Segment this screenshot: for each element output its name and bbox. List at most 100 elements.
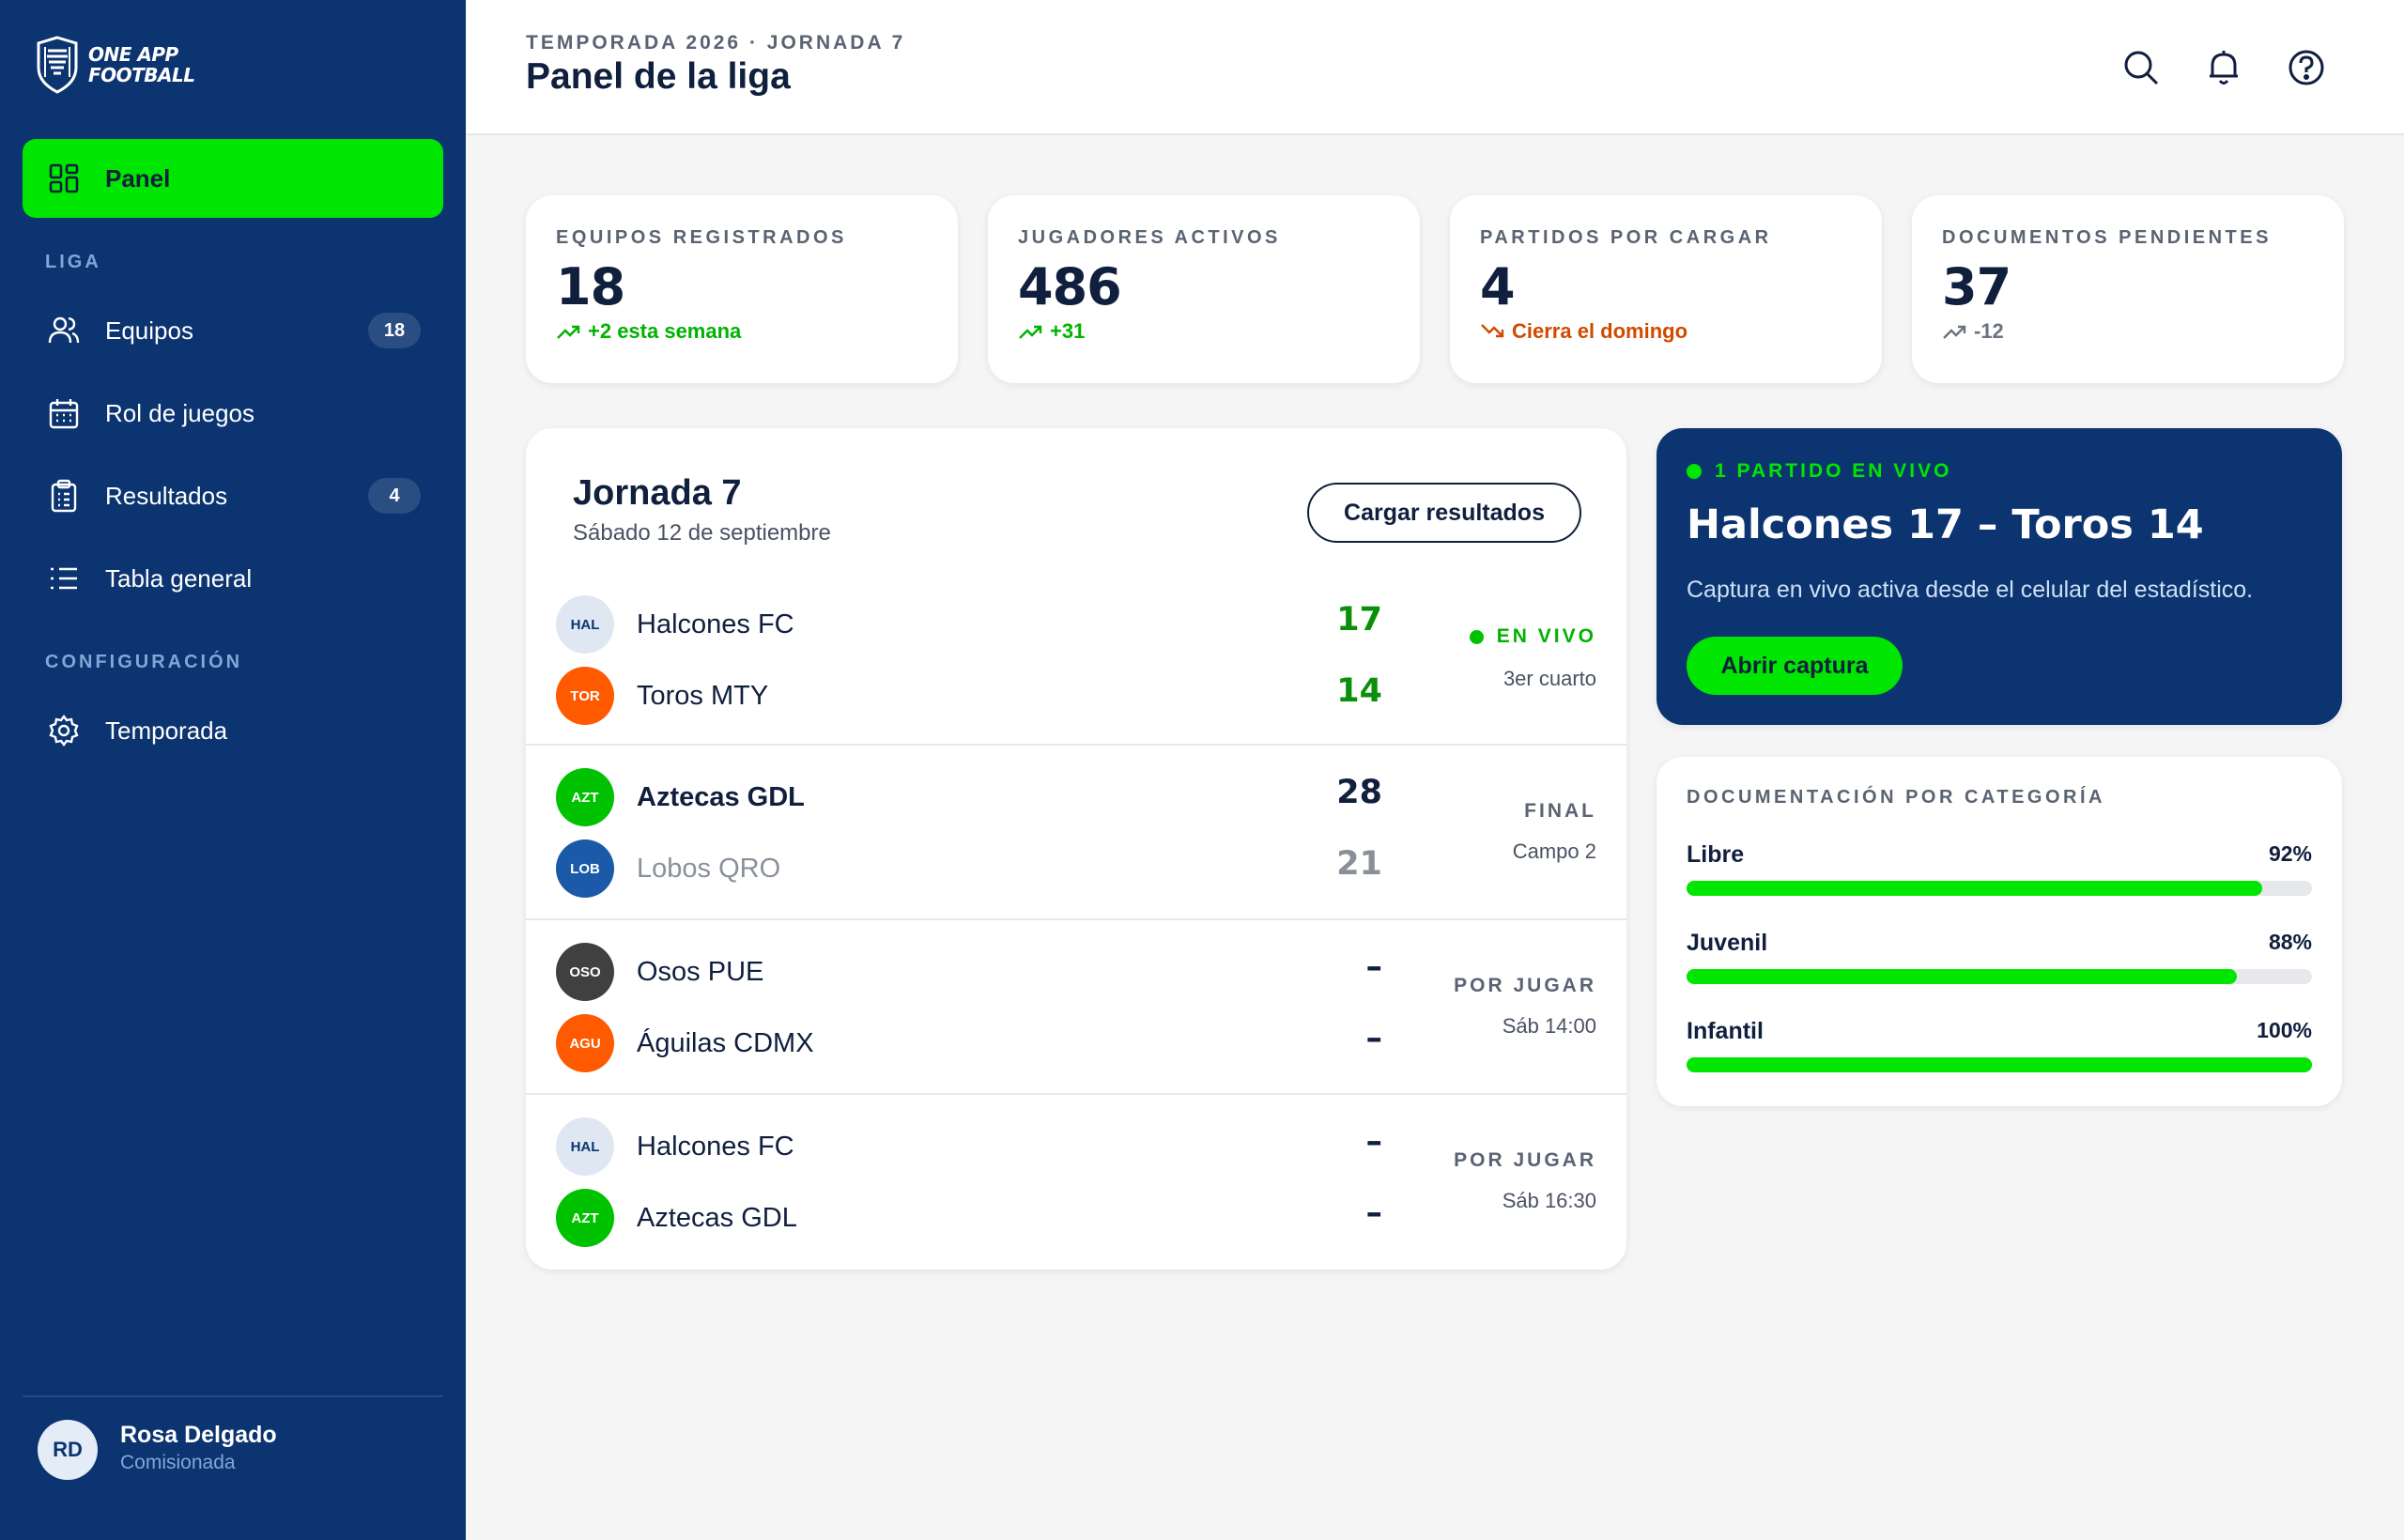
stat-card-partidos[interactable]: PARTIDOS POR CARGAR 4 Cierra el domingo [1450, 195, 1882, 383]
away-score: 21 [1336, 845, 1382, 883]
clipboard-icon [51, 479, 77, 513]
live-match-card: 1 PARTIDO EN VIVO Halcones 17 – Toros 14… [1657, 428, 2342, 725]
live-tag-text: 1 PARTIDO EN VIVO [1715, 460, 1952, 482]
help-icon[interactable] [2286, 47, 2327, 88]
sidebar-item-label: Temporada [105, 716, 228, 745]
live-description: Captura en vivo activa desde el celular … [1687, 577, 2254, 603]
trend-down-icon [1481, 324, 1504, 338]
doc-category-name: Juvenil [1687, 930, 1768, 956]
stat-value: 18 [556, 257, 625, 316]
sidebar-item-equipos[interactable]: Equipos 18 [23, 297, 443, 364]
team-badge: AZT [556, 768, 614, 826]
match-row[interactable]: OSO Osos PUE – AGU Águilas CDMX – POR JU… [526, 918, 1626, 1093]
home-score: 28 [1336, 774, 1382, 811]
match-status-text: EN VIVO [1496, 625, 1596, 647]
progress-track [1687, 969, 2312, 984]
documentation-card: DOCUMENTACIÓN POR CATEGORÍA Libre 92% Ju… [1657, 757, 2342, 1106]
matches-title: Jornada 7 [573, 473, 742, 513]
home-score: – [1365, 1123, 1383, 1161]
home-team: HAL Halcones FC [556, 595, 794, 654]
load-results-button[interactable]: Cargar resultados [1307, 483, 1581, 543]
sidebar-item-label: Tabla general [105, 563, 253, 593]
home-team: HAL Halcones FC [556, 1117, 794, 1176]
stat-label: PARTIDOS POR CARGAR [1480, 227, 1772, 248]
count-badge: 4 [368, 478, 421, 514]
match-detail: Campo 2 [1512, 839, 1596, 863]
count-badge: 18 [368, 313, 421, 348]
team-badge: AGU [556, 1014, 614, 1072]
team-name: Osos PUE [637, 956, 764, 987]
matches-subtitle: Sábado 12 de septiembre [573, 520, 831, 546]
calendar-icon [49, 399, 79, 429]
progress-fill [1687, 881, 2262, 896]
progress-fill [1687, 969, 2238, 984]
stat-delta-text: +2 esta semana [588, 319, 742, 343]
away-score: – [1365, 1194, 1383, 1232]
top-header: TEMPORADA 2026 · JORNADA 7 Panel de la l… [466, 0, 2404, 135]
doc-category-name: Libre [1687, 841, 1745, 868]
stat-delta: -12 [1942, 319, 2004, 344]
away-score: 14 [1336, 672, 1382, 710]
open-capture-button[interactable]: Abrir captura [1687, 637, 1903, 695]
stat-card-jugadores[interactable]: JUGADORES ACTIVOS 486 +31 [988, 195, 1420, 383]
stat-delta-text: Cierra el domingo [1512, 319, 1688, 343]
match-status: FINAL [1524, 800, 1596, 822]
users-icon [48, 316, 80, 344]
match-detail: 3er cuarto [1502, 667, 1596, 690]
sidebar-divider [23, 1395, 443, 1397]
trend-up-icon [1943, 325, 1966, 339]
stat-value: 4 [1480, 257, 1516, 316]
match-status: POR JUGAR [1454, 1149, 1596, 1171]
user-role: Comisionada [120, 1452, 236, 1473]
page-supertitle: TEMPORADA 2026 · JORNADA 7 [526, 32, 906, 54]
team-badge: HAL [556, 1117, 614, 1176]
sidebar: ONE APP FOOTBALL Panel LIGA Equipos 18 R… [0, 0, 466, 1540]
match-detail: Sáb 16:30 [1502, 1189, 1596, 1212]
gear-icon [49, 715, 79, 747]
match-row[interactable]: HAL Halcones FC – AZT Aztecas GDL – POR … [526, 1093, 1626, 1268]
live-dot-icon [1469, 629, 1484, 644]
doc-category-name: Infantil [1687, 1018, 1764, 1044]
team-name: Águilas CDMX [637, 1027, 814, 1058]
sidebar-item-temporada[interactable]: Temporada [23, 697, 443, 764]
live-tag: 1 PARTIDO EN VIVO [1687, 460, 1951, 483]
list-icon [51, 567, 77, 590]
avatar[interactable]: RD [38, 1420, 98, 1480]
doc-category-percent: 92% [2268, 841, 2312, 866]
away-team: AGU Águilas CDMX [556, 1014, 814, 1072]
stat-label: DOCUMENTOS PENDIENTES [1942, 227, 2272, 248]
team-name: Halcones FC [637, 1131, 794, 1162]
match-row[interactable]: HAL Halcones FC 17 TOR Toros MTY 14 EN V… [526, 582, 1626, 757]
brand-line1: ONE APP [88, 43, 178, 66]
progress-track [1687, 881, 2312, 896]
team-name: Aztecas GDL [637, 781, 805, 812]
search-icon[interactable] [2120, 47, 2162, 88]
sidebar-item-resultados[interactable]: Resultados 4 [23, 462, 443, 530]
team-name: Lobos QRO [637, 853, 781, 884]
stat-value: 486 [1018, 257, 1122, 316]
brand-logo[interactable]: ONE APP FOOTBALL [36, 36, 195, 94]
away-team: AZT Aztecas GDL [556, 1189, 797, 1247]
shield-logo-icon [37, 36, 78, 94]
sidebar-item-rol[interactable]: Rol de juegos [23, 379, 443, 447]
bell-icon[interactable] [2203, 47, 2244, 88]
sidebar-item-tabla[interactable]: Tabla general [23, 545, 443, 612]
match-status: POR JUGAR [1454, 975, 1596, 996]
stat-delta: +2 esta semana [556, 319, 741, 344]
team-name: Toros MTY [637, 680, 769, 711]
stat-card-documentos[interactable]: DOCUMENTOS PENDIENTES 37 -12 [1912, 195, 2344, 383]
match-row[interactable]: AZT Aztecas GDL 28 LOB Lobos QRO 21 FINA… [526, 744, 1626, 918]
page-title: Panel de la liga [526, 56, 791, 97]
sidebar-item-label: Panel [105, 163, 171, 192]
team-badge: OSO [556, 943, 614, 1001]
trend-up-icon [1019, 325, 1042, 339]
stat-delta-text: -12 [1974, 319, 2004, 343]
sidebar-item-label: Resultados [105, 481, 228, 510]
sidebar-item-panel[interactable]: Panel [23, 139, 443, 218]
team-badge: TOR [556, 667, 614, 725]
away-score: – [1365, 1020, 1383, 1057]
live-dot-icon [1687, 464, 1702, 479]
live-score-title: Halcones 17 – Toros 14 [1687, 501, 2204, 548]
match-detail: Sáb 14:00 [1502, 1014, 1596, 1038]
stat-card-equipos[interactable]: EQUIPOS REGISTRADOS 18 +2 esta semana [526, 195, 958, 383]
